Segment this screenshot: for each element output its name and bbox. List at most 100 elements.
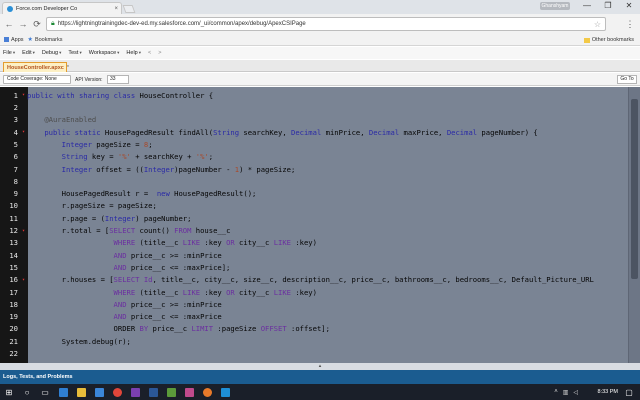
fold-toggle-icon[interactable]: ▾ [20,92,27,98]
code-line[interactable]: 17 WHERE (title__c LIKE :key OR city__c … [0,286,628,299]
code-token: price__c <= :maxPrice]; [126,262,231,272]
code-line[interactable]: 13 WHERE (title__c LIKE :key OR city__c … [0,237,628,250]
app-icon[interactable] [162,384,180,400]
start-windows-icon[interactable]: ⊞ [0,384,18,400]
notifications-icon[interactable]: ▢ [620,384,638,400]
store-icon[interactable] [90,384,108,400]
reload-button[interactable]: ⟳ [31,17,43,31]
file-tab-close-icon[interactable]: * [67,65,69,71]
panel-splitter[interactable]: ▴ [0,363,640,370]
code-line[interactable]: 14 AND price__c >= :minPrice [0,249,628,262]
app-icon[interactable] [126,384,144,400]
menu-edit[interactable]: Edit▾ [22,50,35,56]
address-bar[interactable]: 🔒︎ https://lightningtrainingdec-dev-ed.m… [46,17,606,31]
code-line[interactable]: 4 ▾ public static HousePagedResult findAl… [0,126,628,139]
code-lines[interactable]: 1 ▾ public with sharing class HouseControl… [0,89,628,361]
tab-close-icon[interactable]: × [114,6,118,12]
url-text[interactable]: https://lightningtrainingdec-dev-ed.my.s… [58,21,306,27]
code-text[interactable]: WHERE (title__c LIKE :key OR city__c LIK… [27,238,317,247]
code-coverage-select[interactable]: Code Coverage: None [3,75,71,84]
search-icon[interactable]: ○ [18,384,36,400]
scrollbar-thumb[interactable] [631,99,638,279]
fold-toggle-icon[interactable]: ▾ [20,228,27,234]
code-text[interactable]: public with sharing class HouseControlle… [27,91,213,100]
code-text[interactable]: WHERE (title__c LIKE :key OR city__c LIK… [27,288,317,297]
editor-scrollbar[interactable] [628,87,640,363]
code-line[interactable]: 1 ▾ public with sharing class HouseControl… [0,89,628,102]
close-window-button[interactable]: ✕ [618,0,640,12]
other-bookmarks[interactable]: Other bookmarks [583,34,634,46]
go-to-button[interactable]: Go To [617,75,637,84]
code-line[interactable]: 16 ▾ r.houses = [SELECT Id, title__c, cit… [0,274,628,287]
code-line[interactable]: 9 HousePagedResult r = new HousePagedRes… [0,187,628,200]
word-icon[interactable] [144,384,162,400]
code-line[interactable]: 20 ORDER BY price__c LIMIT :pageSize OFF… [0,323,628,336]
code-text[interactable]: r.total = [SELECT count() FROM house__c [27,226,231,235]
file-explorer-icon[interactable] [72,384,90,400]
menu-file[interactable]: File▾ [3,50,15,56]
code-line[interactable]: 11 r.page = (Integer) pageNumber; [0,212,628,225]
code-text[interactable]: public static HousePagedResult findAll(S… [27,127,537,137]
menu-workspace[interactable]: Workspace▾ [89,50,120,56]
code-text[interactable]: System.debug(r); [27,337,131,346]
profile-button[interactable]: Ghanshyam [540,2,570,10]
logs-tests-problems-panel-header[interactable]: Logs, Tests, and Problems [0,370,640,384]
code-text[interactable]: r.houses = [SELECT Id, title__c, city__c… [27,275,594,284]
browser-tab[interactable]: Force.com Developer Co × [2,2,122,14]
code-line[interactable]: 6 String key = '%' + searchKey + '%'; [0,151,628,164]
fold-toggle-icon[interactable]: ▾ [20,277,27,283]
network-icon[interactable]: ▥ [563,389,569,396]
code-line[interactable]: 7 Integer offset = ((Integer)pageNumber … [0,163,628,176]
menu-help[interactable]: Help▾ [126,50,141,56]
restore-button[interactable]: ❐ [597,0,619,12]
minimize-button[interactable]: — [576,0,598,12]
app-icon[interactable] [180,384,198,400]
code-line[interactable]: 2 [0,101,628,114]
history-forward-button[interactable]: > [158,50,161,56]
code-text[interactable]: r.pageSize = pageSize; [27,201,157,210]
chrome-icon[interactable] [108,384,126,400]
code-line[interactable]: 21 System.debug(r); [0,335,628,348]
edge-icon[interactable] [54,384,72,400]
code-text[interactable]: HousePagedResult r = new HousePagedResul… [27,189,257,198]
code-line[interactable]: 8 [0,175,628,188]
menu-debug[interactable]: Debug▾ [42,50,61,56]
app-icon[interactable] [216,384,234,400]
fold-toggle-icon[interactable]: ▾ [20,129,27,135]
code-line[interactable]: 3 @AuraEnabled [0,114,628,127]
bookmark-apps[interactable]: Apps [4,37,24,43]
menu-test[interactable]: Test▾ [68,50,81,56]
file-tab-housecontroller[interactable]: HouseController.apxc * [3,62,69,72]
code-line[interactable]: 12 ▾ r.total = [SELECT count() FROM house… [0,224,628,237]
chrome-menu-icon[interactable]: ⋮ [624,17,636,31]
code-line[interactable]: 18 AND price__c >= :minPrice [0,298,628,311]
code-text[interactable]: AND price__c >= :minPrice [27,251,222,260]
code-text[interactable]: AND price__c >= :minPrice [27,300,222,309]
code-text[interactable]: String key = '%' + searchKey + '%'; [27,152,213,161]
history-back-button[interactable]: < [148,50,151,56]
code-line[interactable]: 10 r.pageSize = pageSize; [0,200,628,213]
code-line[interactable]: 19 AND price__c <= :maxPrice [0,310,628,323]
code-text[interactable]: r.page = (Integer) pageNumber; [27,214,192,223]
code-token: minPrice, [321,127,369,137]
volume-icon[interactable]: ◁ [573,389,578,396]
chevron-up-icon[interactable]: ˄ [554,389,558,395]
forward-button[interactable]: → [17,17,29,31]
task-view-icon[interactable]: ▭ [36,384,54,400]
code-text[interactable]: Integer offset = ((Integer)pageNumber - … [27,165,296,174]
code-text[interactable]: @AuraEnabled [27,115,96,124]
api-version-select[interactable]: 33 [107,75,129,84]
bookmark-bookmarks[interactable]: ★ Bookmarks [28,36,63,44]
code-line[interactable]: 5 Integer pageSize = 8; [0,138,628,151]
code-line[interactable]: 15 AND price__c <= :maxPrice]; [0,261,628,274]
bookmark-star-icon[interactable]: ☆ [594,20,601,29]
code-text[interactable]: AND price__c <= :maxPrice]; [27,262,231,272]
code-text[interactable]: AND price__c <= :maxPrice [27,312,222,321]
code-text[interactable]: Integer pageSize = 8; [27,140,153,149]
back-button[interactable]: ← [3,17,15,31]
firefox-icon[interactable] [198,384,216,400]
taskbar-clock[interactable]: 8:33 PM [598,384,618,400]
code-text[interactable]: ORDER BY price__c LIMIT :pageSize OFFSET… [27,324,330,333]
code-line[interactable]: 22 [0,347,628,360]
